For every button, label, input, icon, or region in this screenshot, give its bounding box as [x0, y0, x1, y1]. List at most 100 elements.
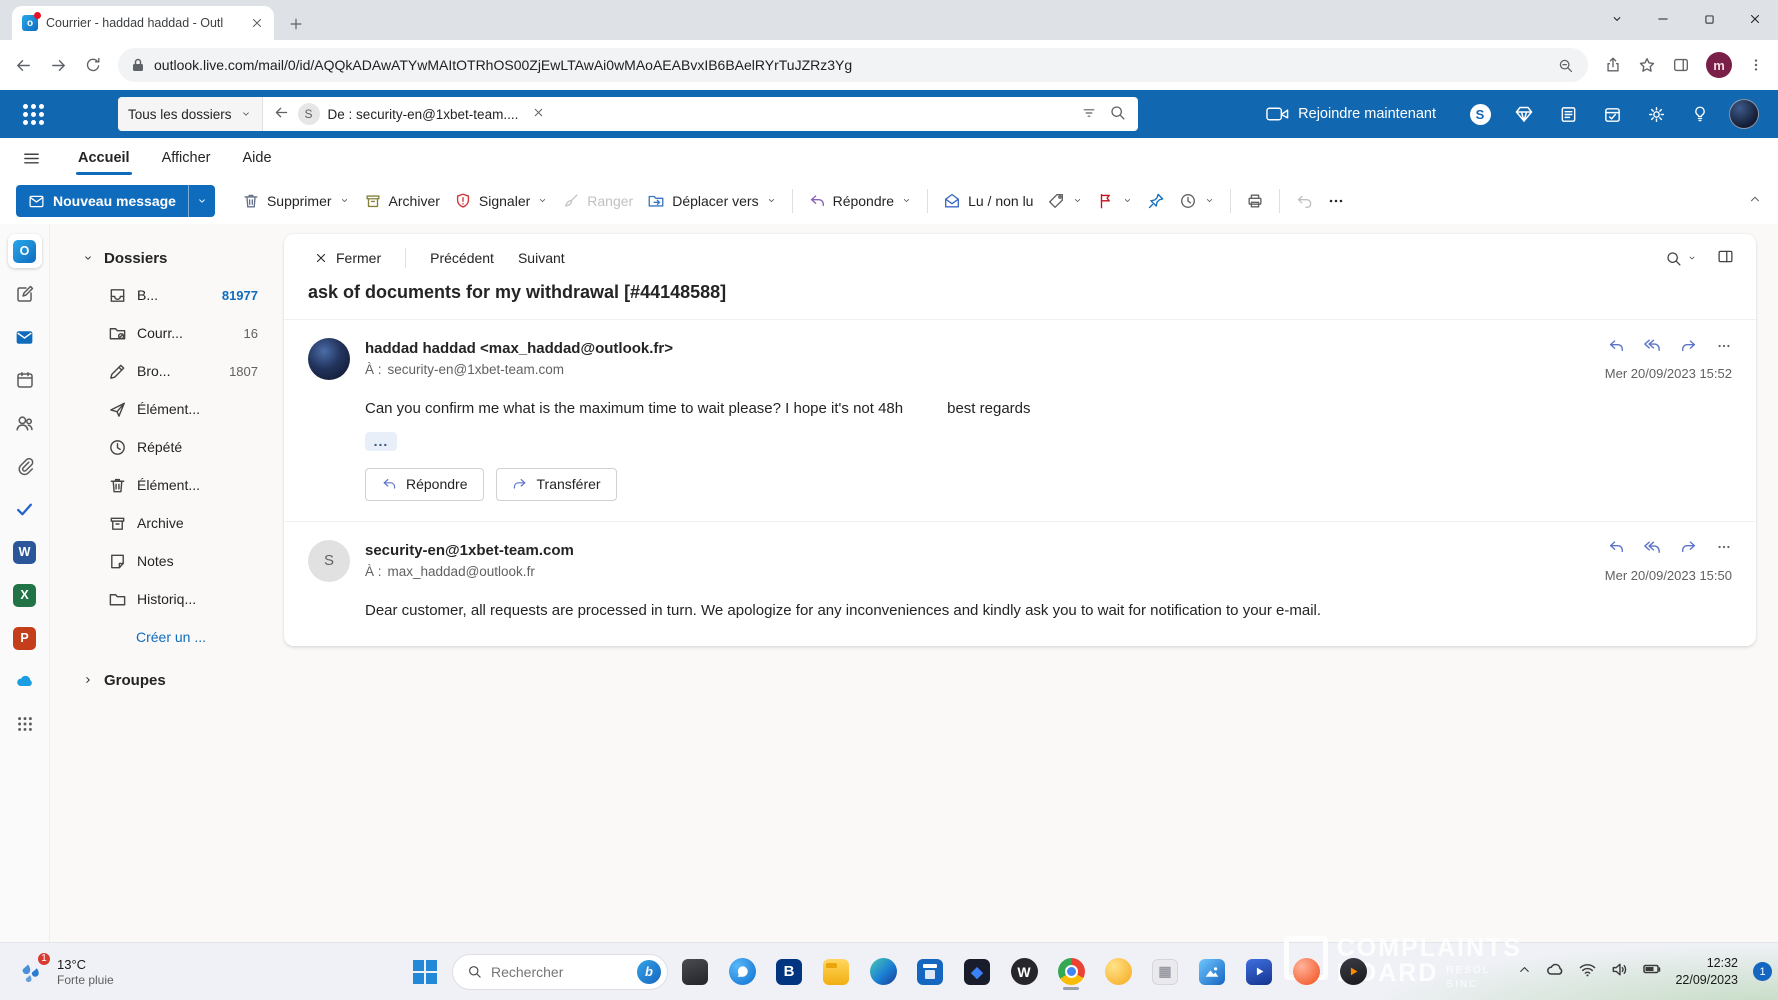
forward-button[interactable] [49, 56, 68, 75]
delete-button[interactable]: Supprimer [235, 185, 357, 217]
folder-inbox[interactable]: B... 81977 [56, 276, 272, 314]
reply-icon[interactable] [1607, 538, 1625, 561]
next-button[interactable]: Suivant [510, 246, 573, 270]
snooze-button[interactable] [1172, 185, 1222, 217]
taskbar-app-edge-icon[interactable] [863, 952, 903, 992]
forward-button[interactable]: Transférer [496, 468, 617, 501]
people-icon[interactable] [8, 406, 42, 440]
share-icon[interactable] [1604, 56, 1622, 74]
wifi-icon[interactable] [1578, 960, 1597, 984]
zoom-control[interactable] [1665, 250, 1697, 267]
attachments-icon[interactable] [8, 449, 42, 483]
compose-icon[interactable] [8, 277, 42, 311]
reply-icon[interactable] [1607, 337, 1625, 360]
navigation-hamburger-icon[interactable] [14, 149, 48, 168]
search-scope-dropdown[interactable]: Tous les dossiers [118, 97, 263, 131]
taskbar-app-movies-tv-icon[interactable] [1239, 952, 1279, 992]
minimize-button[interactable] [1640, 0, 1686, 38]
sender-avatar[interactable] [308, 338, 350, 380]
folder-sent[interactable]: Élément... [56, 390, 272, 428]
previous-button[interactable]: Précédent [422, 246, 502, 270]
close-message-button[interactable]: Fermer [306, 246, 389, 270]
recipient-address[interactable]: max_haddad@outlook.fr [388, 564, 535, 579]
collapse-ribbon-icon[interactable] [1748, 192, 1762, 211]
close-button[interactable] [1732, 0, 1778, 38]
taskbar-app-chat-icon[interactable] [722, 952, 762, 992]
forward-icon[interactable] [1680, 538, 1698, 561]
report-button[interactable]: Signaler [447, 185, 555, 217]
settings-gear-icon[interactable] [1634, 94, 1678, 134]
read-unread-button[interactable]: Lu / non lu [936, 185, 1040, 217]
word-icon[interactable]: W [8, 535, 42, 569]
taskbar-app-gray-icon[interactable]: ▦ [1145, 952, 1185, 992]
tab-close-icon[interactable] [250, 16, 264, 30]
taskbar-search-input[interactable] [491, 964, 628, 980]
show-trimmed-content-button[interactable]: ... [365, 432, 397, 451]
browser-menu-icon[interactable] [1748, 57, 1764, 73]
more-actions-button[interactable] [1320, 185, 1352, 217]
start-button[interactable] [405, 952, 445, 992]
reply-all-icon[interactable] [1643, 538, 1662, 562]
skype-icon[interactable]: S [1458, 94, 1502, 134]
outlook-search-bar[interactable]: Tous les dossiers S De : security-en@1xb… [118, 97, 1138, 131]
taskbar-app-orange-icon[interactable] [1286, 952, 1326, 992]
calendar-icon[interactable] [8, 363, 42, 397]
taskbar-app-dropbox-icon[interactable]: ◆ [957, 952, 997, 992]
folder-archive[interactable]: Archive [56, 504, 272, 542]
taskbar-app-yellow-icon[interactable] [1098, 952, 1138, 992]
taskbar-app-window-icon[interactable] [675, 952, 715, 992]
lock-icon[interactable] [132, 58, 144, 72]
folder-snoozed[interactable]: Répété [56, 428, 272, 466]
todo-icon[interactable] [1590, 94, 1634, 134]
new-message-button[interactable]: Nouveau message [16, 185, 215, 217]
taskbar-app-chrome-icon[interactable] [1051, 952, 1091, 992]
tab-search-chevron-icon[interactable] [1594, 0, 1640, 38]
premium-diamond-icon[interactable] [1502, 94, 1546, 134]
print-button[interactable] [1239, 185, 1271, 217]
search-icon[interactable] [1109, 104, 1126, 124]
clear-search-icon[interactable] [532, 106, 545, 122]
categorize-button[interactable] [1040, 185, 1090, 217]
tab-accueil[interactable]: Accueil [62, 138, 146, 178]
tips-lightbulb-icon[interactable] [1678, 94, 1722, 134]
filter-icon[interactable] [1081, 105, 1097, 124]
folder-drafts[interactable]: Bro... 1807 [56, 352, 272, 390]
folders-section-header[interactable]: Dossiers [56, 240, 272, 276]
back-button[interactable] [14, 56, 33, 75]
recipient-address[interactable]: security-en@1xbet-team.com [388, 362, 565, 377]
browser-profile-avatar[interactable]: m [1706, 52, 1732, 78]
outlook-icon[interactable]: O [8, 234, 42, 268]
maximize-button[interactable] [1686, 0, 1732, 38]
notes-feed-icon[interactable] [1546, 94, 1590, 134]
search-back-icon[interactable] [273, 104, 290, 124]
tab-aide[interactable]: Aide [227, 138, 288, 178]
tray-chevron-icon[interactable] [1517, 962, 1532, 982]
refresh-button[interactable] [84, 56, 102, 74]
move-to-button[interactable]: Déplacer vers [640, 185, 783, 217]
taskbar-app-w-icon[interactable]: W [1004, 952, 1044, 992]
join-now-button[interactable]: Rejoindre maintenant [1254, 106, 1448, 122]
groups-section-header[interactable]: Groupes [56, 662, 272, 698]
taskbar-app-microsoft-store-icon[interactable] [910, 952, 950, 992]
folder-junk[interactable]: Courr... 16 [56, 314, 272, 352]
folder-notes[interactable]: Notes [56, 542, 272, 580]
mail-icon[interactable] [8, 320, 42, 354]
reply-button[interactable]: Répondre [365, 468, 484, 501]
bookmark-star-icon[interactable] [1638, 56, 1656, 74]
more-apps-icon[interactable] [8, 707, 42, 741]
archive-button[interactable]: Archiver [357, 185, 447, 217]
sweep-button[interactable]: Ranger [555, 185, 640, 217]
side-panel-icon[interactable] [1672, 56, 1690, 74]
undo-button[interactable] [1288, 185, 1320, 217]
zoom-indicator-icon[interactable] [1557, 57, 1574, 74]
excel-icon[interactable]: X [8, 578, 42, 612]
todo-icon[interactable] [8, 492, 42, 526]
onedrive-icon[interactable] [8, 664, 42, 698]
account-avatar[interactable] [1722, 94, 1766, 134]
message-more-icon[interactable] [1716, 338, 1732, 359]
flag-button[interactable] [1090, 185, 1140, 217]
app-launcher-icon[interactable] [20, 101, 46, 127]
new-tab-button[interactable] [288, 16, 304, 32]
taskbar-app-b-icon[interactable]: B [769, 952, 809, 992]
reply-all-icon[interactable] [1643, 336, 1662, 360]
